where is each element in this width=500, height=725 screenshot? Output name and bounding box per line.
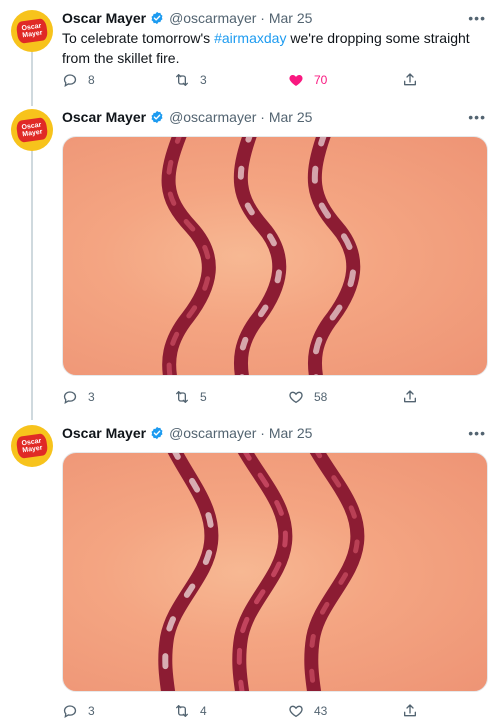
reply-count: 8 [88,73,95,87]
hashtag-link[interactable]: #airmaxday [214,30,286,46]
retweet-button[interactable]: 4 [174,701,207,721]
verified-badge-icon [151,426,163,440]
handle[interactable]: @oscarmayer [169,109,256,125]
like-button[interactable]: 70 [288,70,327,90]
retweet-icon [176,705,188,717]
more-icon[interactable]: ••• [468,10,486,26]
avatar[interactable]: Oscar Mayer [11,425,53,467]
tweet[interactable]: Oscar Mayer Oscar Mayer @oscarmayer · Mar… [0,107,500,407]
more-icon[interactable]: ••• [468,109,486,125]
tweet-media-image[interactable] [62,136,488,376]
share-icon [404,390,416,403]
retweet-icon [176,74,188,86]
display-name[interactable]: Oscar Mayer [62,425,146,441]
retweet-count: 3 [200,73,207,87]
like-button[interactable]: 58 [288,387,327,407]
reply-icon [63,391,77,404]
avatar[interactable]: Oscar Mayer [11,10,53,52]
share-button[interactable] [402,701,428,721]
display-name[interactable]: Oscar Mayer [62,109,146,125]
oscar-mayer-logo: Oscar Mayer [15,433,49,459]
verified-badge-icon [151,110,163,124]
share-icon [404,704,416,717]
tweet[interactable]: Oscar Mayer Oscar Mayer @oscarmayer · Mar… [0,423,500,723]
oscar-mayer-logo: Oscar Mayer [15,117,49,143]
display-name[interactable]: Oscar Mayer [62,10,146,26]
tweet-actions: 3 4 43 [62,701,488,721]
retweet-count: 5 [200,390,207,404]
reply-count: 3 [88,704,95,718]
like-count: 58 [314,390,328,404]
tweet-header: Oscar Mayer @oscarmayer · Mar 25 [62,8,312,28]
share-icon [404,73,416,86]
share-button[interactable] [402,70,428,90]
avatar[interactable]: Oscar Mayer [11,109,53,151]
tweet-actions: 3 5 58 [62,387,488,407]
oscar-mayer-logo: Oscar Mayer [15,18,49,44]
tweet-text: To celebrate tomorrow's #airmaxday we're… [62,30,470,66]
like-icon [289,391,303,404]
bacon-strips-image [161,137,361,375]
reply-button[interactable]: 3 [62,387,95,407]
timestamp[interactable]: · Mar 25 [260,10,312,26]
share-button[interactable] [402,387,428,407]
tweet-media-image[interactable] [62,452,488,692]
tweet-actions: 8 3 70 [62,70,488,90]
bacon-strips-image [158,453,365,691]
like-count: 70 [314,73,328,87]
retweet-button[interactable]: 5 [174,387,207,407]
tweet-header: Oscar Mayer @oscarmayer · Mar 25 [62,423,312,443]
handle[interactable]: @oscarmayer [169,10,256,26]
timestamp[interactable]: · Mar 25 [260,109,312,125]
tweet[interactable]: Oscar Mayer Oscar Mayer @oscarmayer · Mar… [0,8,500,98]
reply-button[interactable]: 8 [62,70,95,90]
timestamp[interactable]: · Mar 25 [260,425,312,441]
reply-count: 3 [88,390,95,404]
handle[interactable]: @oscarmayer [169,425,256,441]
reply-icon [63,705,77,718]
retweet-button[interactable]: 3 [174,70,207,90]
retweet-count: 4 [200,704,207,718]
like-icon [289,705,303,718]
like-count: 43 [314,704,328,718]
reply-button[interactable]: 3 [62,701,95,721]
reply-icon [63,74,77,87]
more-icon[interactable]: ••• [468,425,486,441]
tweet-header: Oscar Mayer @oscarmayer · Mar 25 [62,107,312,127]
like-button[interactable]: 43 [288,701,327,721]
verified-badge-icon [151,11,163,25]
retweet-icon [176,391,188,403]
like-icon [289,74,303,86]
